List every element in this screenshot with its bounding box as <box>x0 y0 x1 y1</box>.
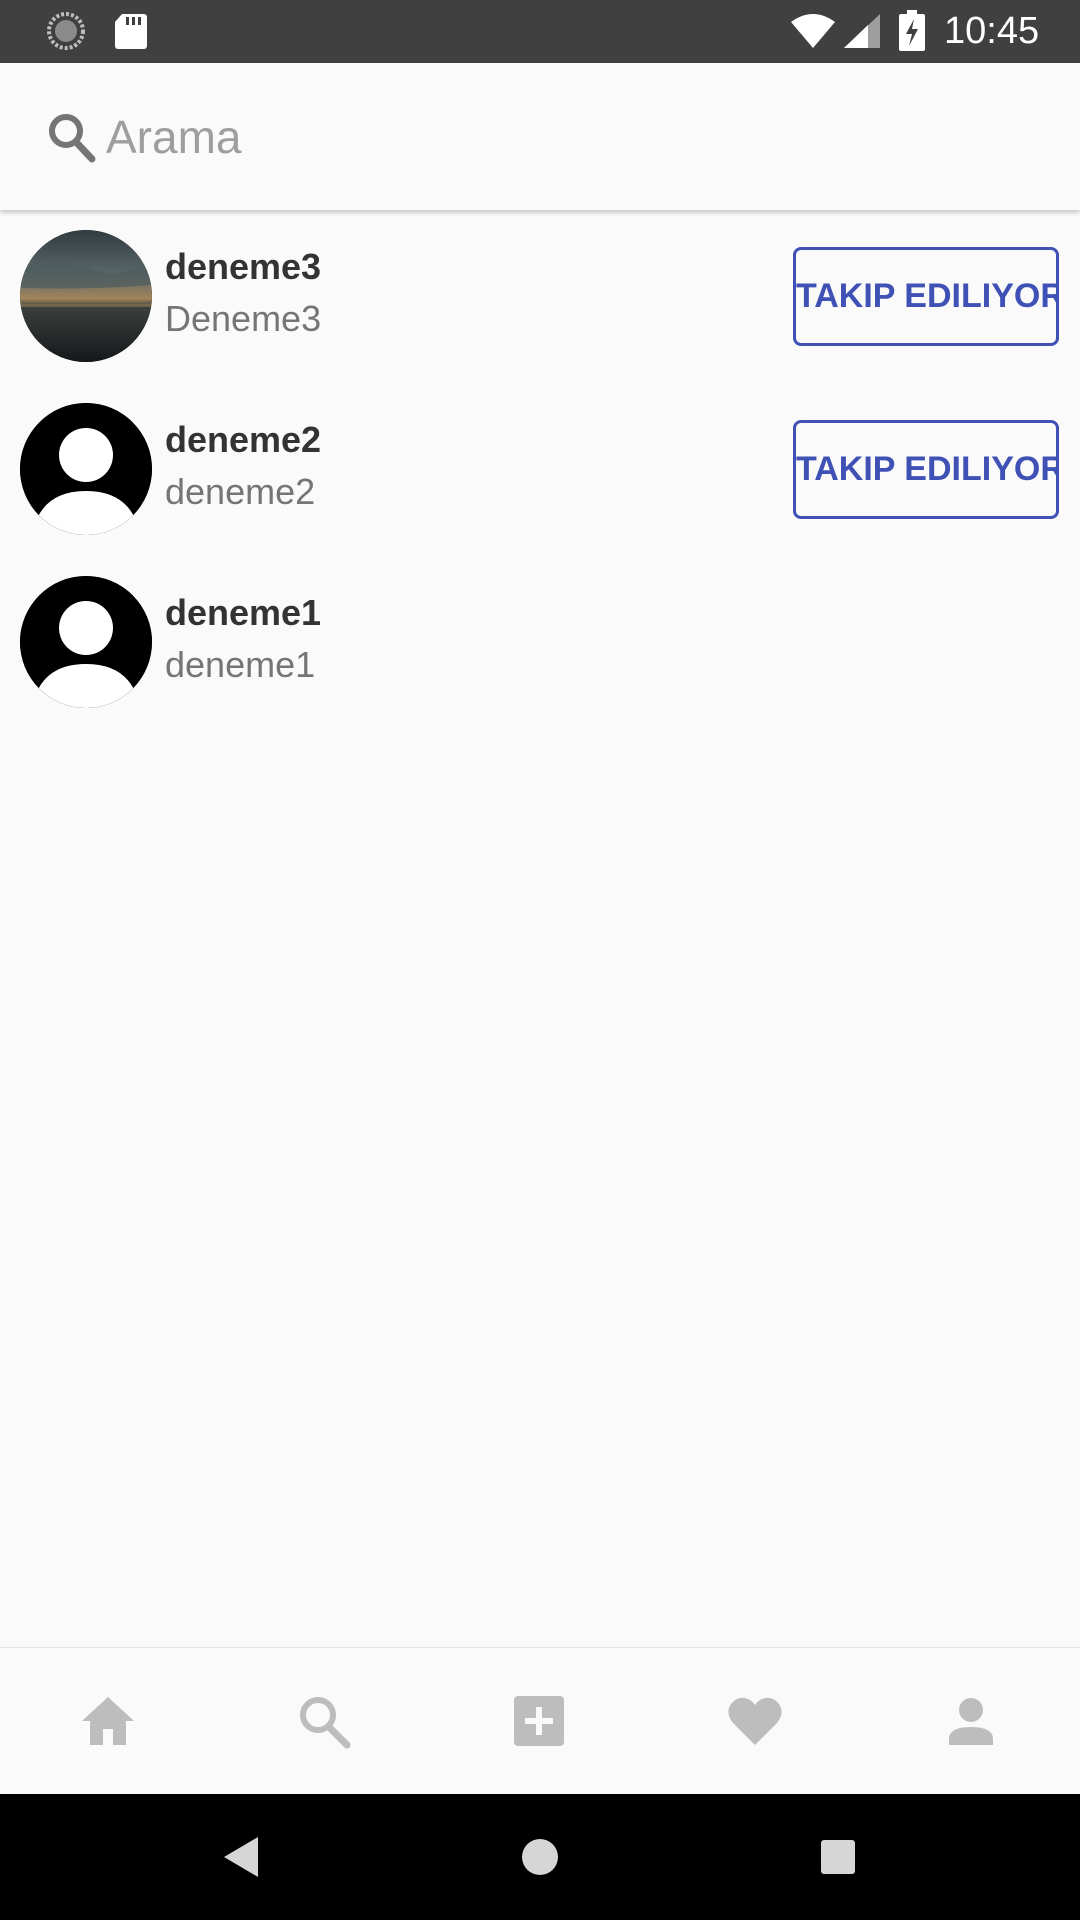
list-item[interactable]: deneme2 deneme2 TAKIP EDILIYOR <box>0 383 1080 556</box>
system-navigation-bar <box>0 1794 1080 1920</box>
signal-icon <box>842 12 882 50</box>
following-button[interactable]: TAKIP EDILIYOR <box>793 247 1059 346</box>
search-bar <box>0 63 1080 210</box>
username: deneme1 <box>165 592 322 633</box>
search-icon <box>46 111 96 163</box>
heart-icon[interactable] <box>725 1691 785 1751</box>
add-post-icon[interactable] <box>509 1691 569 1751</box>
home-icon[interactable] <box>78 1691 138 1751</box>
profile-icon[interactable] <box>941 1691 1001 1751</box>
following-button[interactable]: TAKIP EDILIYOR <box>793 420 1059 519</box>
search-input[interactable] <box>104 101 1008 173</box>
photo-avatar[interactable] <box>20 230 152 362</box>
list-item[interactable]: deneme1 deneme1 <box>0 556 1080 729</box>
sync-icon <box>46 11 86 51</box>
default-avatar-icon[interactable] <box>20 403 152 535</box>
battery-charging-icon <box>898 10 926 52</box>
bottom-navigation <box>0 1647 1080 1795</box>
status-time: 10:45 <box>944 10 1040 52</box>
username: deneme2 <box>165 419 322 460</box>
default-avatar-icon[interactable] <box>20 576 152 708</box>
back-icon[interactable] <box>216 1831 268 1883</box>
recents-icon[interactable] <box>812 1831 864 1883</box>
wifi-icon <box>790 12 836 50</box>
user-fullname: deneme2 <box>165 471 316 512</box>
username: deneme3 <box>165 246 322 287</box>
sd-card-icon <box>114 12 148 50</box>
search-icon[interactable] <box>294 1691 354 1751</box>
status-bar: 10:45 <box>0 0 1080 63</box>
user-fullname: deneme1 <box>165 644 316 685</box>
user-fullname: Deneme3 <box>165 298 322 339</box>
home-circle-icon[interactable] <box>514 1831 566 1883</box>
list-item[interactable]: deneme3 Deneme3 TAKIP EDILIYOR <box>0 210 1080 383</box>
